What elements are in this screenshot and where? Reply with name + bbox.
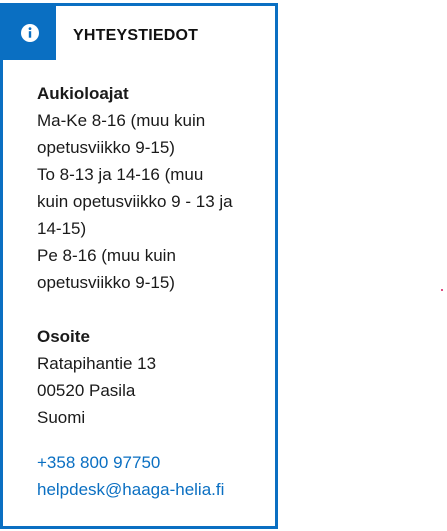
address-line: Ratapihantie 13	[37, 354, 157, 373]
phone-link[interactable]: +358 800 97750	[37, 449, 267, 476]
info-icon	[20, 24, 39, 42]
opening-hours-line: 14-15)	[37, 219, 87, 238]
decorative-dot	[441, 289, 443, 291]
opening-hours-heading: Aukioloajat	[37, 84, 129, 103]
address-heading: Osoite	[37, 327, 90, 346]
opening-hours-line: kuin opetusviikko 9 - 13 ja	[37, 192, 233, 211]
card-header: YHTEYSTIEDOT	[3, 6, 275, 63]
card-body: Aukioloajat Ma-Ke 8-16 (muu kuin opetusv…	[37, 80, 267, 503]
opening-hours-line: Pe 8-16 (muu kuin	[37, 246, 176, 265]
email-link[interactable]: helpdesk@haaga-helia.fi	[37, 476, 267, 503]
opening-hours-line: Ma-Ke 8-16 (muu kuin	[37, 111, 206, 130]
opening-hours-line: To 8-13 ja 14-16 (muu	[37, 165, 204, 184]
address-line: Suomi	[37, 408, 86, 427]
opening-hours-line: opetusviikko 9-15)	[37, 273, 175, 292]
opening-hours-line: opetusviikko 9-15)	[37, 138, 175, 157]
info-badge	[3, 6, 56, 60]
address-line: 00520 Pasila	[37, 381, 136, 400]
card-title: YHTEYSTIEDOT	[73, 27, 199, 44]
contact-info-card: YHTEYSTIEDOT Aukioloajat Ma-Ke 8-16 (muu…	[0, 3, 278, 529]
